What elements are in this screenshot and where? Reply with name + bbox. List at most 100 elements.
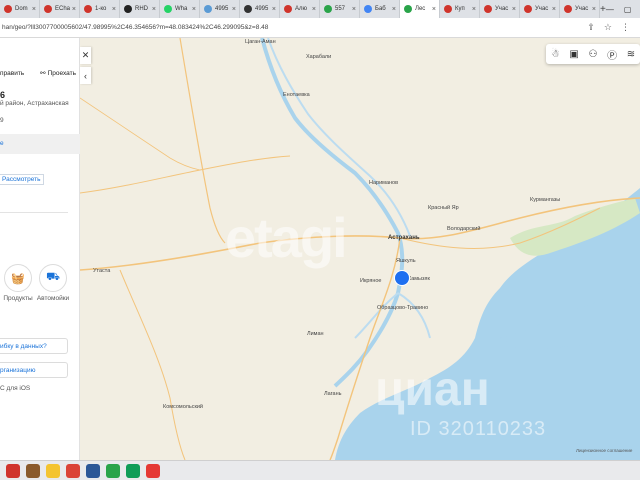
parking-icon[interactable]: Ⓟ xyxy=(607,47,617,62)
tab-label: Учас xyxy=(575,6,589,12)
browser-tab-bar: Dom × ECha × 1-ко × RHD × Wha × 4995 × 4995 × Алю × 557 ×… xyxy=(0,0,640,18)
tab-label: Баб xyxy=(375,6,386,12)
browser-tab[interactable]: Учас × xyxy=(520,0,560,18)
os-taskbar xyxy=(0,460,640,480)
app-icon-6[interactable] xyxy=(106,463,120,478)
map-label: Астрахань xyxy=(388,235,420,241)
location-pin-icon[interactable] xyxy=(395,271,409,285)
category-grocery[interactable]: 🧺 Продукты xyxy=(3,264,33,302)
map-svg xyxy=(80,38,640,460)
browser-tab[interactable]: 4995 × xyxy=(200,0,240,18)
tab-favicon-icon xyxy=(324,5,332,13)
grocery-basket-icon: 🧺 xyxy=(4,264,32,292)
place-address: й район, Астраханская xyxy=(0,100,69,107)
tab-label: Алю xyxy=(295,6,308,12)
map-label: Образцово-Травино xyxy=(377,305,429,311)
map-label: Енотаевка xyxy=(283,92,310,98)
tab-label: Dom xyxy=(15,6,28,12)
map-label: Комсомольский xyxy=(163,404,204,410)
map-label: Цаган-Аман xyxy=(245,39,276,45)
bookmark-star-icon[interactable]: ☆ xyxy=(604,22,612,33)
app-icon-5[interactable] xyxy=(86,463,100,478)
browser-tab[interactable]: ECha × xyxy=(40,0,80,18)
map-label: Лагань xyxy=(324,391,342,397)
tab-close-icon[interactable]: × xyxy=(352,6,356,13)
tab-label: 557 xyxy=(335,6,346,12)
tab-close-icon[interactable]: × xyxy=(552,6,556,13)
map-label: Яшкуль xyxy=(396,258,416,264)
browser-tab[interactable]: Баб × xyxy=(360,0,400,18)
tab-label: Учас xyxy=(495,6,509,12)
map-label: Красный Яр xyxy=(428,205,459,211)
browser-tab[interactable]: Учас × xyxy=(480,0,520,18)
view-button[interactable]: Рассмотреть xyxy=(0,174,44,185)
tab-close-icon[interactable]: × xyxy=(272,6,276,13)
tab-close-icon[interactable]: × xyxy=(232,6,236,13)
collapse-panel-icon[interactable]: ‹ xyxy=(80,67,91,84)
browser-tab[interactable]: Учас × xyxy=(560,0,600,18)
browser-tab[interactable]: 1-ко × xyxy=(80,0,120,18)
maximize-icon[interactable]: ▢ xyxy=(624,5,632,14)
share-icon[interactable]: ⇪ xyxy=(587,22,595,33)
browser-tab[interactable]: Алю × xyxy=(280,0,320,18)
browser-tab[interactable]: RHD × xyxy=(120,0,160,18)
tab-close-icon[interactable]: × xyxy=(432,6,436,13)
app-icon-1[interactable] xyxy=(6,463,20,478)
report-error-button[interactable]: ибку в данных? xyxy=(0,338,68,354)
app-icon-2[interactable] xyxy=(26,463,40,478)
tab-close-icon[interactable]: × xyxy=(512,6,516,13)
add-organization-button[interactable]: рганизацию xyxy=(0,362,68,378)
ios-app-link[interactable]: С для iOS xyxy=(0,385,30,392)
map-canvas[interactable] xyxy=(80,38,640,460)
window-controls: —▢✕ xyxy=(606,0,640,18)
category-car-wash[interactable]: ⛟ Автомойки xyxy=(37,264,69,302)
tab-close-icon[interactable]: × xyxy=(592,6,596,13)
tab-favicon-icon xyxy=(164,5,172,13)
tab-close-icon[interactable]: × xyxy=(392,6,396,13)
browser-tab[interactable]: 4995 × xyxy=(240,0,280,18)
browser-tab[interactable]: Куп × xyxy=(440,0,480,18)
tab-label: 1-ко xyxy=(95,6,107,12)
layers-icon[interactable]: ≋ xyxy=(627,49,635,60)
close-panel-icon[interactable]: ✕ xyxy=(80,47,91,64)
map-label: Лиман xyxy=(307,331,324,337)
travel-button[interactable]: ⚯ Проехать xyxy=(40,69,76,78)
browser-tab[interactable]: 557 × xyxy=(320,0,360,18)
tab-close-icon[interactable]: × xyxy=(312,6,316,13)
transit-icon[interactable]: ▣ xyxy=(569,49,578,60)
chrome-icon[interactable] xyxy=(126,463,140,478)
license-link[interactable]: Лицензионное соглашение xyxy=(576,448,632,453)
tab-label: RHD xyxy=(135,6,148,12)
tab-close-icon[interactable]: × xyxy=(192,6,196,13)
tab-favicon-icon xyxy=(564,5,572,13)
tab-close-icon[interactable]: × xyxy=(152,6,156,13)
map-label: Володарский xyxy=(447,226,481,232)
tab-favicon-icon xyxy=(284,5,292,13)
map-label: Икряное xyxy=(360,278,382,284)
file-explorer-icon[interactable] xyxy=(46,463,60,478)
watermark-cian: циан xyxy=(375,363,490,416)
tab-favicon-icon xyxy=(444,5,452,13)
tab-close-icon[interactable]: × xyxy=(112,6,116,13)
tab-favicon-icon xyxy=(524,5,532,13)
route-button[interactable]: править xyxy=(0,69,24,77)
browser-tab[interactable]: Лес × xyxy=(400,0,440,18)
tab-label: 4995 xyxy=(215,6,229,12)
menu-icon[interactable]: ⋮ xyxy=(621,22,630,33)
place-address-line2: 9 xyxy=(0,117,4,124)
yandex-browser-icon[interactable] xyxy=(146,463,160,478)
tab-close-icon[interactable]: × xyxy=(72,6,76,13)
tab-favicon-icon xyxy=(364,5,372,13)
minimize-icon[interactable]: — xyxy=(606,5,614,14)
tab-close-icon[interactable]: × xyxy=(32,6,36,13)
place-title: 6 xyxy=(0,90,6,100)
url-field[interactable]: han/geo/?lll3007700005602/47.98995%2C46.… xyxy=(0,24,540,31)
chrome-icon[interactable] xyxy=(66,463,80,478)
people-icon[interactable]: ⚇ xyxy=(589,49,598,60)
tab-close-icon[interactable]: × xyxy=(472,6,476,13)
layers-traffic-icon[interactable]: ☃ xyxy=(551,49,560,60)
browser-tab[interactable]: Wha × xyxy=(160,0,200,18)
info-band[interactable]: е xyxy=(0,134,80,154)
tab-label: Учас xyxy=(535,6,549,12)
browser-tab[interactable]: Dom × xyxy=(0,0,40,18)
